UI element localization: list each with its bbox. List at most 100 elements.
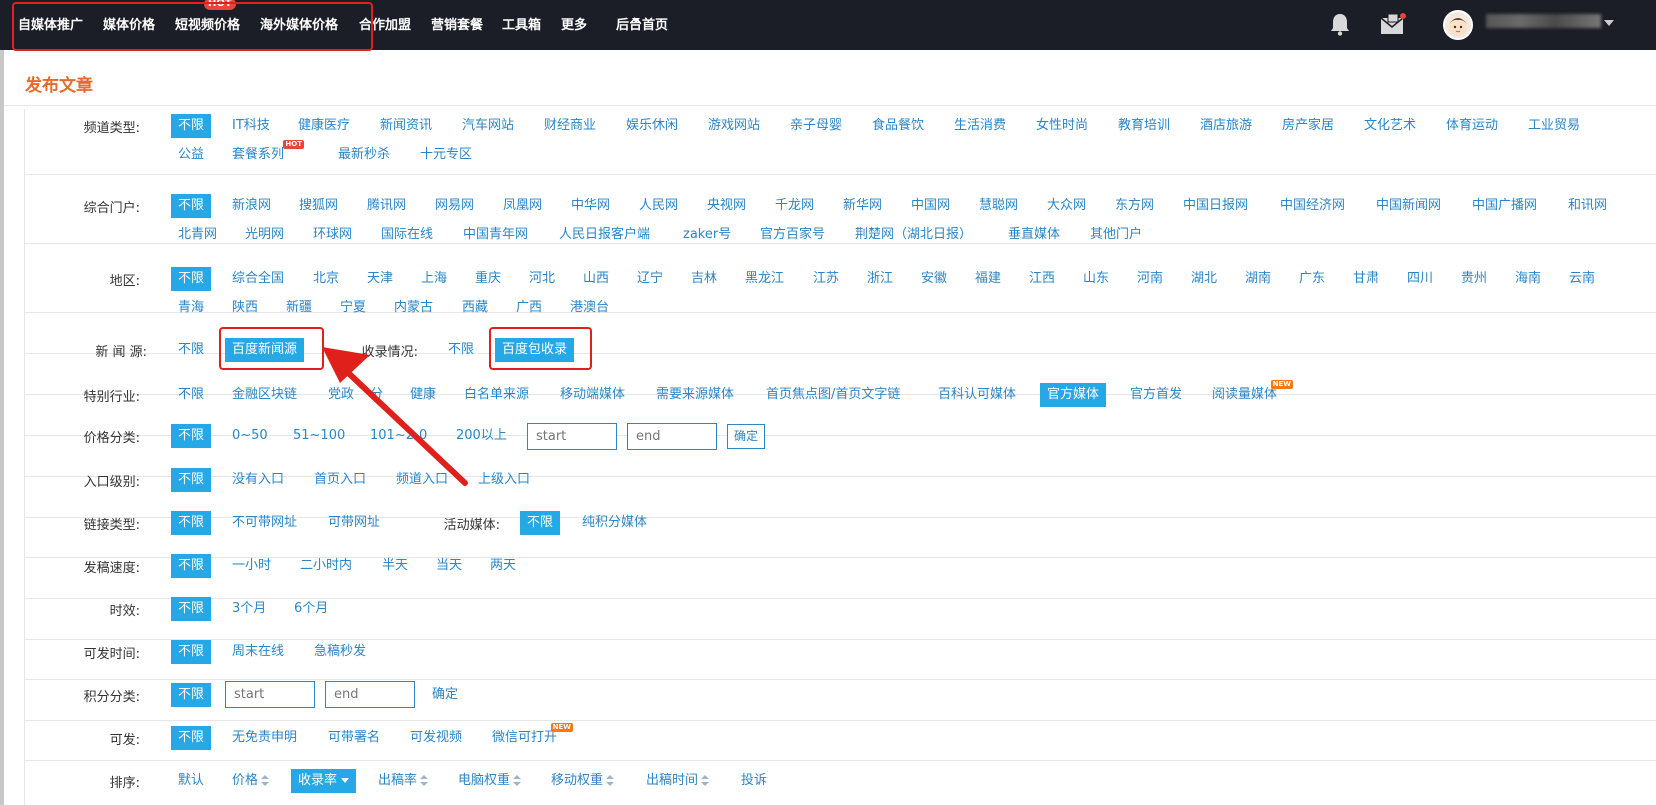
nav-toolbox[interactable]: 工具箱	[502, 14, 541, 33]
filter-option[interactable]: 网易网	[435, 197, 474, 215]
filter-option[interactable]: 人民日报客户端	[559, 226, 650, 244]
filter-option[interactable]: 官方百家号	[760, 226, 825, 244]
filter-option[interactable]: 新疆	[286, 299, 312, 317]
filter-option[interactable]: 湖南	[1245, 270, 1271, 288]
price-end-input[interactable]	[627, 423, 717, 450]
filter-option[interactable]: 不限	[171, 640, 212, 664]
filter-option[interactable]: 江西	[1029, 270, 1055, 288]
filter-option[interactable]: 最新秒杀	[338, 146, 390, 164]
filter-option[interactable]: 腾讯网	[367, 197, 406, 215]
points-end-input[interactable]	[325, 681, 415, 708]
filter-option[interactable]: 不限	[171, 683, 212, 707]
filter-option[interactable]: 不限	[171, 726, 212, 750]
filter-option[interactable]: 北青网	[178, 226, 217, 244]
filter-option[interactable]: 新闻资讯	[380, 117, 432, 135]
filter-option[interactable]: 工业贸易	[1528, 117, 1580, 135]
filter-option[interactable]: 官方首发	[1130, 386, 1182, 404]
filter-option[interactable]: 首页焦点图/首页文字链	[766, 386, 900, 404]
filter-option[interactable]: 吉林	[691, 270, 717, 288]
filter-option[interactable]: 四川	[1407, 270, 1433, 288]
filter-option[interactable]: 一小时	[232, 557, 271, 575]
filter-option[interactable]: 千龙网	[775, 197, 814, 215]
sort-option[interactable]: 默认	[178, 772, 204, 790]
filter-option[interactable]: 安徽	[921, 270, 947, 288]
filter-option[interactable]: 中国广播网	[1472, 197, 1537, 215]
filter-option[interactable]: 重庆	[475, 270, 501, 288]
filter-option[interactable]: 内蒙古	[394, 299, 433, 317]
filter-option[interactable]: 中国新闻网	[1376, 197, 1441, 215]
filter-option[interactable]: 不限	[171, 267, 212, 291]
filter-option[interactable]: 环球网	[313, 226, 352, 244]
filter-option[interactable]: 急稿秒发	[314, 643, 366, 661]
nav-dashboard-home[interactable]: 后台首页	[616, 14, 668, 33]
filter-option[interactable]: 金融区块链	[232, 386, 297, 404]
filter-option[interactable]: 中国经济网	[1280, 197, 1345, 215]
filter-option[interactable]: 移动端媒体	[560, 386, 625, 404]
filter-option[interactable]: 中国青年网	[463, 226, 528, 244]
sort-option[interactable]: 投诉	[741, 772, 767, 790]
filter-option[interactable]: 两天	[490, 557, 516, 575]
filter-option[interactable]: 西藏	[462, 299, 488, 317]
filter-option[interactable]: 女性时尚	[1036, 117, 1088, 135]
filter-option[interactable]: 甘肃	[1353, 270, 1379, 288]
sort-option-publish-time[interactable]: 出稿时间	[646, 772, 710, 790]
filter-option[interactable]: 大众网	[1047, 197, 1086, 215]
filter-option[interactable]: 健康医疗	[298, 117, 350, 135]
filter-option[interactable]: 广西	[516, 299, 542, 317]
filter-option[interactable]: 无免责申明	[232, 729, 297, 747]
filter-option[interactable]: 不限	[171, 511, 212, 535]
filter-option[interactable]: 游戏网站	[708, 117, 760, 135]
avatar[interactable]	[1443, 10, 1473, 40]
filter-option[interactable]: 荆楚网（湖北日报）	[855, 226, 972, 244]
sort-option-price[interactable]: 价格	[232, 772, 270, 790]
filter-option[interactable]: 港澳台	[570, 299, 609, 317]
filter-option[interactable]: 娱乐休闲	[626, 117, 678, 135]
filter-option[interactable]: 亲子母婴	[790, 117, 842, 135]
filter-option[interactable]: 中国网	[911, 197, 950, 215]
filter-option[interactable]: 上级入口	[478, 471, 530, 489]
filter-option[interactable]: 可带署名	[328, 729, 380, 747]
filter-option[interactable]: 河南	[1137, 270, 1163, 288]
filter-option[interactable]: 周末在线	[232, 643, 284, 661]
filter-option[interactable]: 不限	[171, 597, 212, 621]
filter-option[interactable]: 光明网	[245, 226, 284, 244]
user-menu-chevron-icon[interactable]	[1604, 20, 1614, 26]
filter-option[interactable]: 教育培训	[1118, 117, 1170, 135]
mail-icon[interactable]	[1380, 12, 1408, 36]
filter-option[interactable]: zaker号	[683, 226, 731, 244]
filter-option[interactable]: 江苏	[813, 270, 839, 288]
points-confirm-button[interactable]: 确定	[432, 686, 458, 704]
price-confirm-button[interactable]: 确定	[727, 424, 766, 449]
price-start-input[interactable]	[527, 423, 617, 450]
filter-option[interactable]: 国际在线	[381, 226, 433, 244]
filter-option[interactable]: 人民网	[639, 197, 678, 215]
filter-option[interactable]: 辽宁	[637, 270, 663, 288]
filter-option[interactable]: 不限	[171, 194, 212, 218]
points-start-input[interactable]	[225, 681, 315, 708]
filter-option[interactable]: 天津	[367, 270, 393, 288]
filter-option[interactable]: 生活消费	[954, 117, 1006, 135]
filter-option[interactable]: 河北	[529, 270, 555, 288]
filter-option[interactable]: 3个月	[232, 600, 266, 618]
filter-option[interactable]: 不限	[171, 554, 212, 578]
filter-option[interactable]: 二小时内	[300, 557, 352, 575]
filter-option[interactable]: 福建	[975, 270, 1001, 288]
filter-option[interactable]: 央视网	[707, 197, 746, 215]
filter-option[interactable]: 汽车网站	[462, 117, 514, 135]
filter-option[interactable]: 陕西	[232, 299, 258, 317]
filter-option[interactable]: 综合全国	[232, 270, 284, 288]
filter-option[interactable]: 可带网址	[328, 514, 380, 532]
sort-option-pc-weight[interactable]: 电脑权重	[458, 772, 522, 790]
filter-option[interactable]: 可发视频	[410, 729, 462, 747]
nav-more[interactable]: 更多	[561, 14, 587, 33]
filter-option[interactable]: 青海	[178, 299, 204, 317]
filter-option[interactable]: 中华网	[571, 197, 610, 215]
filter-option[interactable]: 中国日报网	[1183, 197, 1248, 215]
filter-option[interactable]: 贵州	[1461, 270, 1487, 288]
filter-option[interactable]: 云南	[1569, 270, 1595, 288]
filter-option[interactable]: 搜狐网	[299, 197, 338, 215]
filter-option[interactable]: 湖北	[1191, 270, 1217, 288]
filter-option[interactable]: 不限	[171, 468, 212, 492]
filter-option-package[interactable]: 套餐系列 HOT	[232, 140, 305, 164]
filter-option[interactable]: 没有入口	[232, 471, 284, 489]
